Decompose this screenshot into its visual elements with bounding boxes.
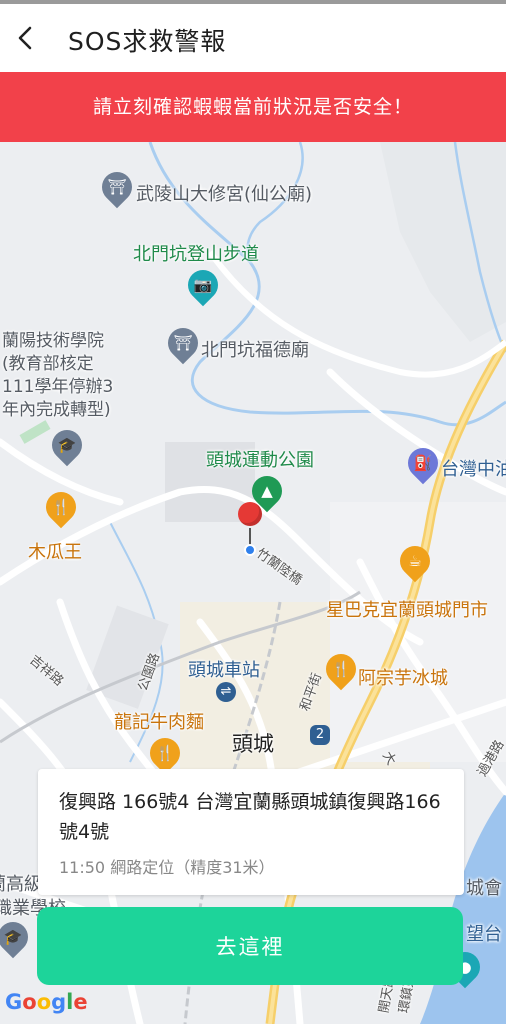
- google-logo: Google: [5, 990, 88, 1014]
- restaurant-pin-icon[interactable]: 🍴: [143, 731, 187, 775]
- poi-label: 宜蘭高級: [0, 874, 42, 895]
- poi-label[interactable]: 北門坑福德廟: [201, 336, 309, 362]
- go-here-button[interactable]: 去這裡: [37, 907, 463, 985]
- cafe-pin-icon[interactable]: ☕: [393, 539, 437, 583]
- location-card: 復興路 166號4 台灣宜蘭縣頭城鎮復興路166號4號 11:50 網路定位（精…: [38, 769, 464, 895]
- restaurant-pin-icon[interactable]: 🍴: [39, 485, 83, 529]
- poi-label[interactable]: 武陵山大修宮(仙公廟): [136, 180, 312, 206]
- alert-banner: 請立刻確認蝦蝦當前狀況是否安全！: [0, 72, 506, 142]
- poi-label[interactable]: 頭城運動公園: [206, 446, 314, 472]
- page-title: SOS求救警報: [68, 27, 227, 56]
- poi-label[interactable]: 星巴克宜蘭頭城門市: [326, 596, 488, 622]
- poi-label[interactable]: 頭城車站: [188, 656, 260, 682]
- chevron-left-icon[interactable]: [8, 20, 44, 56]
- temple-pin-icon[interactable]: ⛩: [95, 165, 139, 209]
- poi-label[interactable]: 蘭陽技術學院 (教育部核定 111學年停辦3 年內完成轉型): [2, 330, 113, 422]
- poi-label: 城會: [466, 878, 502, 899]
- route-2-badge: 2: [310, 725, 330, 745]
- poi-label[interactable]: 阿宗芋冰城: [358, 664, 448, 690]
- town-label: 頭城: [232, 732, 274, 756]
- school-pin-icon[interactable]: 🎓: [45, 423, 89, 467]
- poi-label[interactable]: 龍記牛肉麵: [114, 708, 204, 734]
- poi-label[interactable]: 台灣中油: [441, 455, 506, 481]
- train-station-icon[interactable]: ⇌: [216, 682, 236, 702]
- poi-label: 望台: [466, 924, 502, 945]
- gas-station-pin-icon[interactable]: ⛽: [401, 441, 445, 485]
- restaurant-pin-icon[interactable]: 🍴: [319, 647, 363, 691]
- top-bar: SOS求救警報: [0, 4, 506, 72]
- address-text: 復興路 166號4 台灣宜蘭縣頭城鎮復興路166號4號: [59, 791, 441, 843]
- temple-pin-icon[interactable]: ⛩: [161, 321, 205, 365]
- location-meta: 11:50 網路定位（精度31米）: [59, 858, 275, 877]
- camera-pin-icon[interactable]: 📷: [181, 263, 225, 307]
- poi-label[interactable]: 木瓜王: [28, 538, 82, 564]
- location-pin-icon: [238, 502, 262, 526]
- poi-label[interactable]: 北門坑登山步道: [133, 240, 259, 266]
